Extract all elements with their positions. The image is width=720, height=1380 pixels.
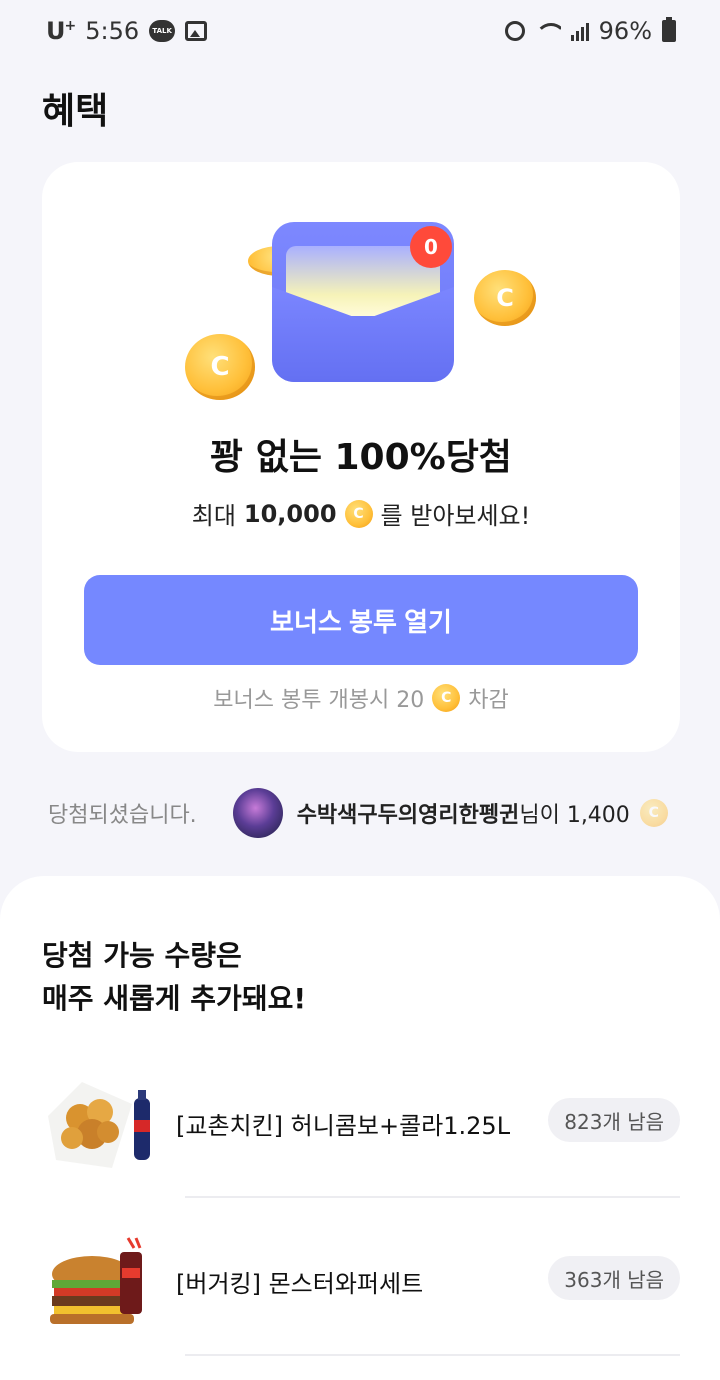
promo-headline: 꽝 없는 100%당첨	[210, 437, 512, 478]
kakaotalk-icon: TALK	[149, 20, 176, 42]
winner-name: 수박색구두의영리한펭귄	[296, 803, 520, 828]
carrier-label: U+	[46, 17, 76, 45]
winner-message: 님이 1,400	[519, 803, 630, 828]
envelope-illustration: C 0 C C	[42, 162, 680, 402]
battery-icon	[662, 17, 676, 42]
coin-icon: C	[344, 499, 373, 528]
prize-name: [버거킹] 몬스터와퍼세트	[176, 1270, 424, 1298]
open-bonus-envelope-button[interactable]: 보너스 봉투 열기	[84, 575, 638, 665]
coin-icon: C	[185, 334, 255, 400]
cost-note: 보너스 봉투 개봉시 20 C 차감	[42, 682, 680, 714]
coin-icon: C	[432, 684, 461, 712]
winner-ticker: 당첨되셨습니다. 수박색구두의영리한펭귄 님이 1,400 C	[0, 786, 720, 840]
section-title: 당첨 가능 수량은 매주 새롭게 추가돼요!	[42, 939, 307, 1016]
prize-name: [교촌치킨] 허니콤보+콜라1.25L	[176, 1112, 511, 1140]
chicken-cola-image	[48, 1082, 150, 1168]
prize-item[interactable]: [교촌치킨] 허니콤보+콜라1.25L 823개 남음	[0, 1076, 720, 1198]
prize-item[interactable]: [버거킹] 몬스터와퍼세트 363개 남음	[0, 1234, 720, 1356]
coin-icon: C	[474, 270, 536, 326]
signal-icon	[570, 21, 589, 41]
promo-subtitle: 최대 10,000 C 를 받아보세요!	[191, 499, 531, 530]
page-title: 혜택	[42, 91, 109, 132]
coin-icon: C	[639, 799, 668, 827]
stock-badge: 363개 남음	[548, 1256, 680, 1300]
alarm-icon	[504, 21, 525, 41]
status-bar: U+ 5:56 TALK 96%	[0, 0, 720, 62]
bonus-envelope-card: C 0 C C 꽝 없는 100%당첨 최대 10,000 C 를 받아보세요!…	[42, 162, 680, 752]
battery-level: 96%	[598, 17, 652, 45]
max-amount: 10,000	[243, 499, 337, 528]
prize-list-sheet: 당첨 가능 수량은 매주 새롭게 추가돼요! [교촌치킨] 허니콤보+콜라1.2…	[0, 876, 720, 1380]
avatar	[232, 788, 283, 838]
clock: 5:56	[85, 17, 140, 45]
burger-set-image	[50, 1237, 142, 1324]
envelope-count-badge: 0	[410, 226, 452, 268]
gallery-icon	[185, 21, 208, 41]
stock-badge: 823개 남음	[548, 1098, 680, 1142]
divider	[185, 1354, 680, 1356]
divider	[185, 1196, 680, 1198]
ticker-previous-text: 당첨되셨습니다.	[48, 803, 197, 828]
wifi-icon	[534, 21, 561, 41]
